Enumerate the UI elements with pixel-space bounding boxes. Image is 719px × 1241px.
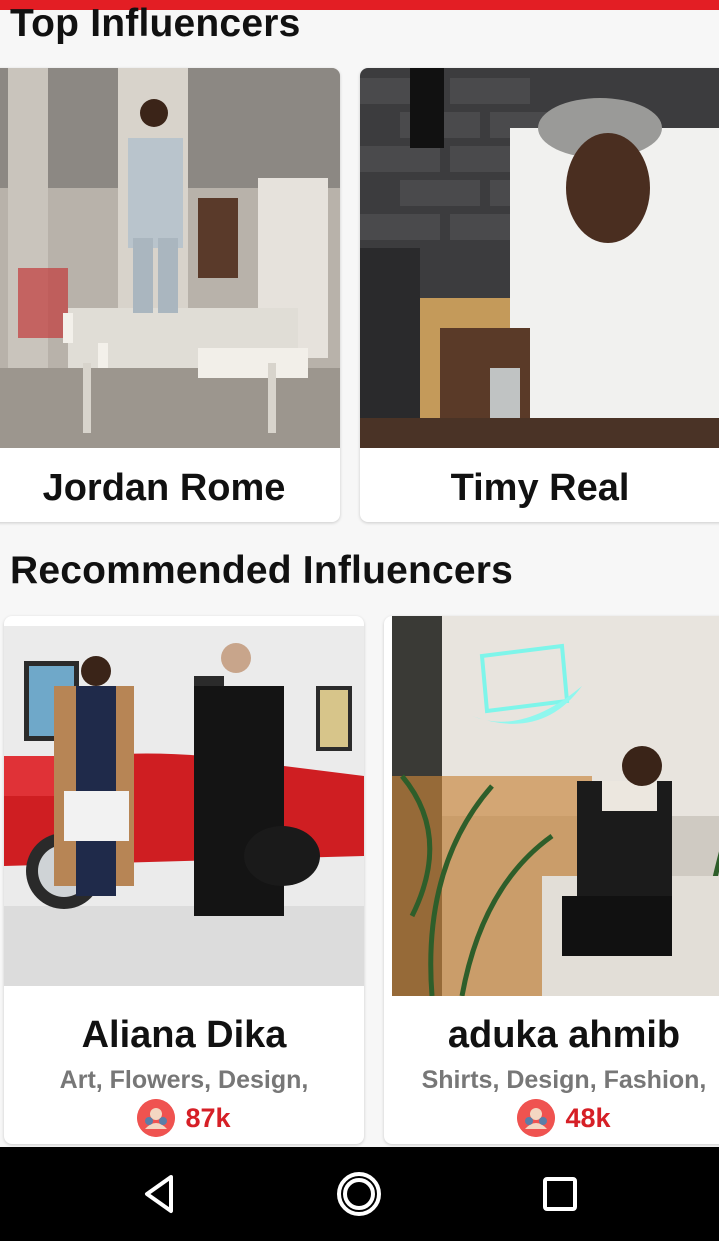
recents-square-icon[interactable]: [535, 1169, 585, 1219]
back-triangle-icon[interactable]: [135, 1169, 185, 1219]
follower-stats: 48k: [384, 1099, 719, 1137]
influencer-name: aduka ahmib: [447, 1014, 681, 1056]
influencer-photo: [0, 68, 340, 448]
top-influencer-card-jordan[interactable]: Jordan Rome: [0, 68, 340, 522]
influencer-tags: Shirts, Design, Fashion,: [421, 1066, 707, 1094]
people-icon: [517, 1099, 556, 1137]
top-influencer-card-timy[interactable]: Timy Real: [360, 68, 719, 522]
people-icon: [137, 1099, 176, 1137]
navigation-bar: [0, 1147, 719, 1241]
influencer-name: Timy Real: [450, 467, 630, 509]
influencer-tags: Art, Flowers, Design,: [59, 1066, 309, 1094]
influencer-photo: [360, 68, 719, 448]
influencer-name: Jordan Rome: [42, 467, 286, 509]
follower-count: 48k: [565, 1103, 611, 1133]
follower-count: 87k: [185, 1103, 231, 1133]
top-influencers-title: Top Influencers: [10, 2, 301, 45]
influencer-photo: [4, 626, 364, 986]
recommended-influencer-card-aliana[interactable]: Aliana Dika Art, Flowers, Design, 87k: [4, 616, 364, 1144]
recommended-influencers-title: Recommended Influencers: [10, 549, 514, 592]
influencer-name: Aliana Dika: [81, 1014, 287, 1056]
home-circle-icon[interactable]: [334, 1169, 384, 1219]
recommended-influencer-card-aduka[interactable]: aduka ahmib Shirts, Design, Fashion, 48k: [384, 616, 719, 1144]
follower-stats: 87k: [4, 1099, 364, 1137]
influencer-photo: [392, 616, 719, 996]
